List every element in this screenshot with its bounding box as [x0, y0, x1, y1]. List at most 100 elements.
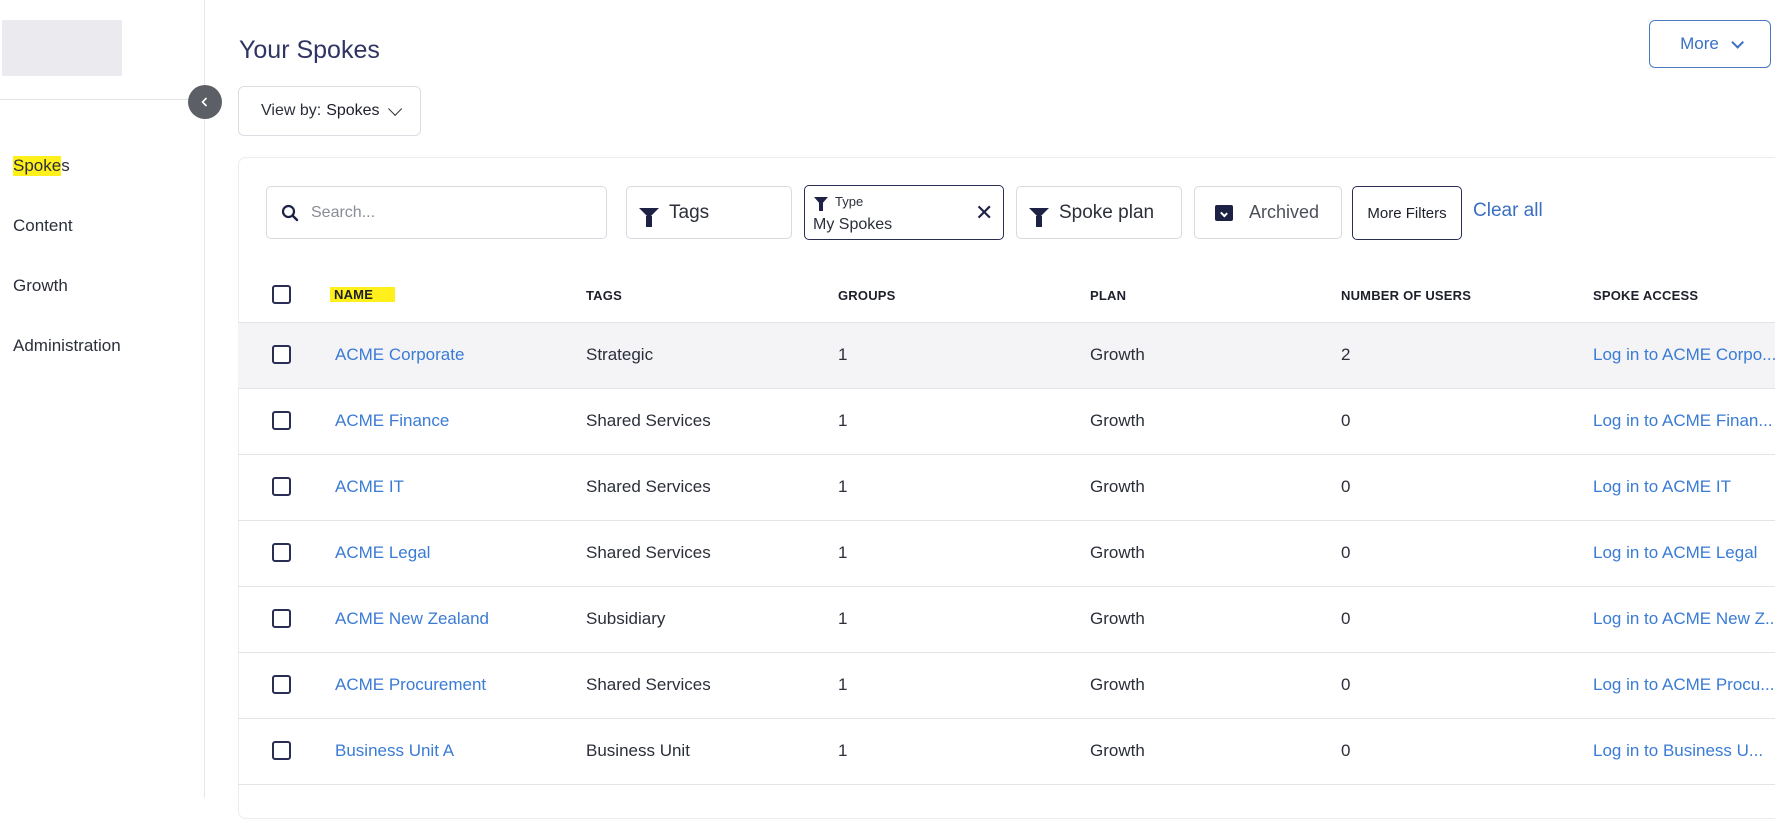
spoke-plan: Growth: [1090, 675, 1145, 694]
tags-filter-label: Tags: [669, 201, 710, 223]
spoke-plan: Growth: [1090, 477, 1145, 496]
view-by-value: Spokes: [326, 102, 380, 119]
search-field[interactable]: [266, 186, 607, 239]
spoke-login-link[interactable]: Log in to Business U...: [1593, 741, 1763, 761]
spoke-tags: Shared Services: [586, 675, 711, 694]
spoke-name-link[interactable]: ACME Legal: [335, 543, 430, 563]
view-by-dropdown[interactable]: View by: Spokes: [238, 86, 421, 136]
spoke-plan-filter-button[interactable]: Spoke plan: [1016, 186, 1182, 239]
spoke-plan-filter-label: Spoke plan: [1059, 201, 1155, 223]
page-title: Your Spokes: [239, 36, 380, 64]
spoke-name-link[interactable]: ACME IT: [335, 477, 404, 497]
column-header-name[interactable]: NAME: [330, 287, 396, 302]
archive-icon: [1215, 204, 1233, 221]
spoke-groups: 1: [838, 609, 848, 628]
row-checkbox[interactable]: [272, 543, 291, 562]
spoke-tags: Business Unit: [586, 741, 690, 760]
spoke-login-link[interactable]: Log in to ACME Corpo...: [1593, 345, 1775, 365]
spoke-name-link[interactable]: ACME Corporate: [335, 345, 464, 365]
spoke-login-link[interactable]: Log in to ACME New Z...: [1593, 609, 1775, 629]
table-header: NAME TAGS GROUPS PLAN NUMBER OF USERS SP…: [238, 272, 1775, 322]
spoke-name-link[interactable]: ACME Procurement: [335, 675, 486, 695]
spoke-login-link[interactable]: Log in to ACME Procu...: [1593, 675, 1774, 695]
table-row: Business Unit A Business Unit 1 Growth 0…: [238, 718, 1775, 785]
spoke-plan: Growth: [1090, 609, 1145, 628]
sidebar-item-label: Growth: [13, 276, 68, 295]
spoke-login-link[interactable]: Log in to ACME Legal: [1593, 543, 1757, 563]
table-body: ACME Corporate Strategic 1 Growth 2 Log …: [238, 322, 1775, 785]
spoke-login-link[interactable]: Log in to ACME IT: [1593, 477, 1731, 497]
column-header-groups[interactable]: GROUPS: [838, 288, 896, 303]
archived-filter-button[interactable]: Archived: [1194, 186, 1342, 239]
type-filter-value: My Spokes: [813, 216, 893, 233]
select-all-checkbox[interactable]: [272, 285, 291, 304]
row-checkbox[interactable]: [272, 741, 291, 760]
clear-all-link[interactable]: Clear all: [1473, 200, 1543, 222]
more-button-label: More: [1680, 34, 1719, 53]
spoke-groups: 1: [838, 345, 848, 364]
sidebar-item-administration[interactable]: Administration: [0, 316, 204, 376]
column-header-plan[interactable]: PLAN: [1090, 288, 1126, 303]
spoke-tags: Shared Services: [586, 543, 711, 562]
sidebar: Spoke s Content Growth Administration: [0, 0, 205, 798]
close-icon[interactable]: ✕: [975, 202, 993, 224]
spoke-groups: 1: [838, 411, 848, 430]
spoke-users: 0: [1341, 411, 1351, 430]
filter-icon: [639, 207, 659, 227]
filter-icon: [814, 197, 828, 211]
spoke-plan: Growth: [1090, 741, 1145, 760]
chevron-left-icon: [201, 97, 208, 107]
sidebar-item-spokes[interactable]: Spoke s: [0, 136, 204, 196]
type-filter-chip[interactable]: Type My Spokes ✕: [804, 185, 1004, 240]
table-row: ACME Corporate Strategic 1 Growth 2 Log …: [238, 322, 1775, 388]
table-row: ACME Procurement Shared Services 1 Growt…: [238, 652, 1775, 718]
sidebar-item-label: Content: [13, 216, 73, 235]
sidebar-item-content[interactable]: Content: [0, 196, 204, 256]
sidebar-nav: Spoke s Content Growth Administration: [0, 136, 204, 376]
spoke-name-link[interactable]: ACME Finance: [335, 411, 449, 431]
sidebar-item-label-rest: s: [61, 156, 70, 175]
table-row: ACME New Zealand Subsidiary 1 Growth 0 L…: [238, 586, 1775, 652]
spoke-name-link[interactable]: Business Unit A: [335, 741, 454, 761]
column-header-number-of-users[interactable]: NUMBER OF USERS: [1341, 288, 1471, 303]
filter-icon: [1029, 207, 1049, 227]
sidebar-item-label: Administration: [13, 336, 121, 355]
table-row: ACME Finance Shared Services 1 Growth 0 …: [238, 388, 1775, 454]
archived-filter-label: Archived: [1249, 202, 1320, 222]
view-by-label: View by:: [261, 102, 322, 119]
spoke-users: 0: [1341, 609, 1351, 628]
spoke-users: 0: [1341, 477, 1351, 496]
more-button[interactable]: More: [1649, 20, 1771, 68]
spoke-plan: Growth: [1090, 543, 1145, 562]
spoke-login-link[interactable]: Log in to ACME Finan...: [1593, 411, 1773, 431]
type-filter-label: Type: [835, 194, 864, 209]
chevron-down-icon: [387, 101, 402, 116]
spoke-users: 0: [1341, 543, 1351, 562]
tags-filter-button[interactable]: Tags: [626, 186, 792, 239]
more-filters-button[interactable]: More Filters: [1352, 186, 1462, 240]
sidebar-item-label-highlighted: Spoke: [13, 156, 62, 176]
chevron-down-icon: [1731, 35, 1744, 49]
column-header-tags[interactable]: TAGS: [586, 288, 622, 303]
spoke-plan: Growth: [1090, 411, 1145, 430]
row-checkbox[interactable]: [272, 675, 291, 694]
row-checkbox[interactable]: [272, 345, 291, 364]
column-header-spoke-access[interactable]: SPOKE ACCESS: [1593, 288, 1698, 303]
spoke-groups: 1: [838, 675, 848, 694]
search-input[interactable]: [309, 202, 583, 223]
sidebar-divider: [0, 99, 204, 100]
row-checkbox[interactable]: [272, 609, 291, 628]
row-checkbox[interactable]: [272, 477, 291, 496]
sidebar-item-growth[interactable]: Growth: [0, 256, 204, 316]
row-checkbox[interactable]: [272, 411, 291, 430]
spoke-groups: 1: [838, 741, 848, 760]
spoke-tags: Shared Services: [586, 477, 711, 496]
collapse-sidebar-button[interactable]: [188, 85, 222, 119]
spoke-tags: Shared Services: [586, 411, 711, 430]
spoke-name-link[interactable]: ACME New Zealand: [335, 609, 489, 629]
spoke-users: 2: [1341, 345, 1351, 364]
spoke-tags: Subsidiary: [586, 609, 666, 628]
spoke-plan: Growth: [1090, 345, 1145, 364]
logo-placeholder: [2, 20, 122, 76]
table-row: ACME Legal Shared Services 1 Growth 0 Lo…: [238, 520, 1775, 586]
